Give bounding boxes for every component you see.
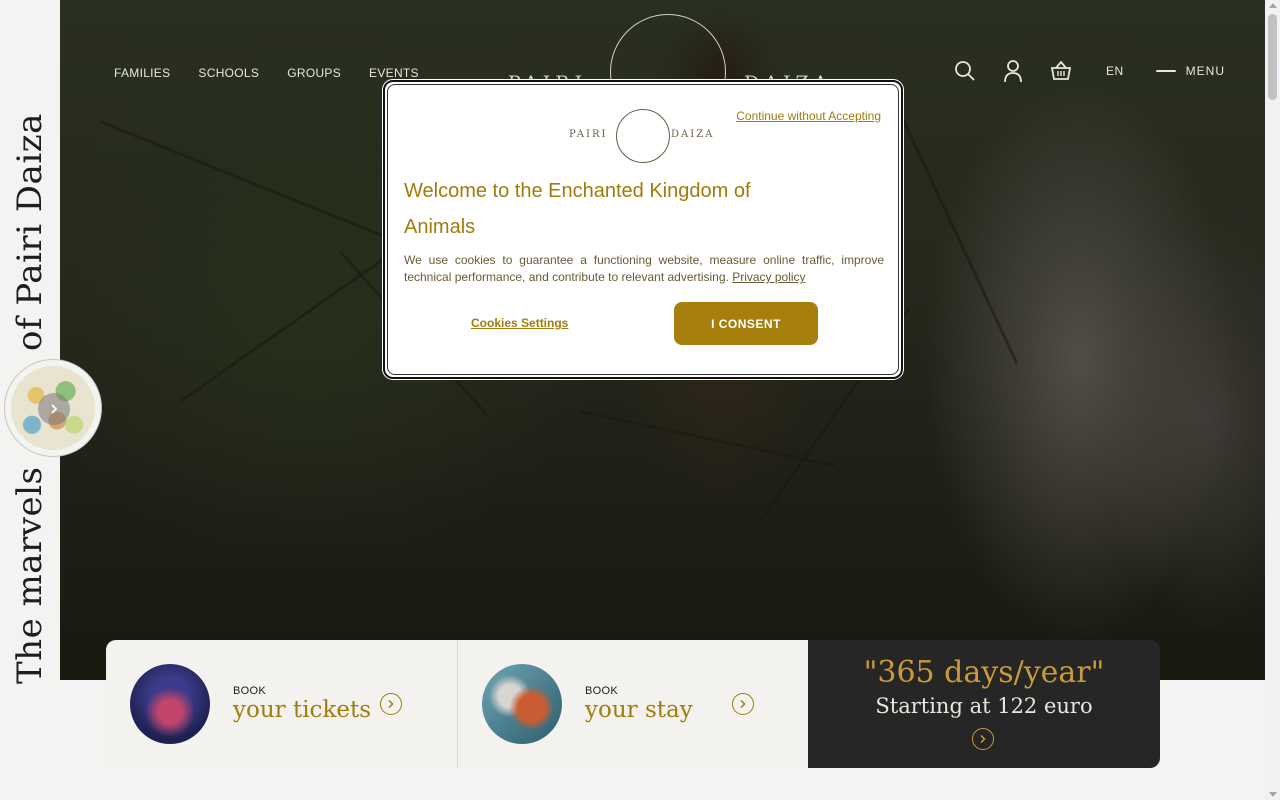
book-stay-title: your stay bbox=[585, 697, 693, 723]
promo-card[interactable]: "365 days/year" Starting at 122 euro bbox=[808, 640, 1160, 768]
stay-thumbnail bbox=[482, 664, 562, 744]
language-switcher[interactable]: EN bbox=[1106, 64, 1124, 78]
nav-families[interactable]: FAMILIES bbox=[114, 66, 170, 80]
chevron-right-icon[interactable] bbox=[732, 693, 754, 715]
page-scrollbar[interactable] bbox=[1265, 0, 1280, 800]
dialog-logo-emblem bbox=[616, 109, 670, 163]
tickets-thumbnail bbox=[130, 664, 210, 744]
book-tickets-kicker: BOOK bbox=[233, 685, 266, 697]
book-stay-kicker: BOOK bbox=[585, 685, 618, 697]
dialog-body: We use cookies to guarantee a functionin… bbox=[404, 252, 884, 286]
dialog-body-text: We use cookies to guarantee a functionin… bbox=[404, 253, 884, 284]
dialog-title: Welcome to the Enchanted Kingdom of Anim… bbox=[404, 180, 751, 238]
cookie-consent-dialog: Continue without Accepting PAIRI DAIZA W… bbox=[382, 79, 904, 380]
consent-button[interactable]: I CONSENT bbox=[674, 302, 818, 345]
cookies-settings-button[interactable]: Cookies Settings bbox=[471, 316, 568, 330]
dialog-logo-left: PAIRI bbox=[569, 129, 608, 140]
main-nav: FAMILIES SCHOOLS GROUPS EVENTS bbox=[114, 66, 419, 80]
booking-bar: BOOK your tickets BOOK your stay "365 da… bbox=[106, 640, 1160, 768]
user-icon[interactable] bbox=[1000, 58, 1026, 84]
menu-icon bbox=[1155, 70, 1176, 72]
dialog-logo-right: DAIZA bbox=[671, 129, 715, 140]
book-stay-card[interactable]: BOOK your stay bbox=[457, 640, 808, 768]
basket-icon[interactable] bbox=[1048, 58, 1074, 84]
nav-groups[interactable]: GROUPS bbox=[287, 66, 341, 80]
search-icon[interactable] bbox=[952, 58, 978, 84]
menu-label: MENU bbox=[1185, 64, 1225, 78]
book-tickets-card[interactable]: BOOK your tickets bbox=[106, 640, 457, 768]
scroll-up-icon[interactable] bbox=[1269, 3, 1277, 8]
promo-quote: "365 days/year" bbox=[863, 655, 1105, 690]
tagline-bottom: The marvels bbox=[10, 466, 50, 684]
chevron-right-icon[interactable] bbox=[380, 693, 402, 715]
dialog-logo: PAIRI DAIZA bbox=[569, 108, 721, 164]
park-map-button[interactable] bbox=[4, 359, 102, 457]
header-actions: EN MENU bbox=[930, 58, 1225, 84]
chevron-right-icon[interactable] bbox=[972, 728, 994, 750]
continue-without-accepting-link[interactable]: Continue without Accepting bbox=[736, 109, 881, 123]
tagline-top: of Pairi Daiza bbox=[10, 113, 50, 351]
privacy-policy-link[interactable]: Privacy policy bbox=[732, 270, 805, 284]
menu-button[interactable]: MENU bbox=[1155, 64, 1225, 78]
book-tickets-title: your tickets bbox=[233, 697, 372, 723]
nav-schools[interactable]: SCHOOLS bbox=[198, 66, 259, 80]
promo-subtitle: Starting at 122 euro bbox=[875, 694, 1093, 718]
nav-events[interactable]: EVENTS bbox=[369, 66, 419, 80]
chevron-right-icon bbox=[38, 393, 70, 425]
scroll-down-icon[interactable] bbox=[1269, 792, 1277, 797]
scroll-thumb[interactable] bbox=[1268, 14, 1277, 100]
